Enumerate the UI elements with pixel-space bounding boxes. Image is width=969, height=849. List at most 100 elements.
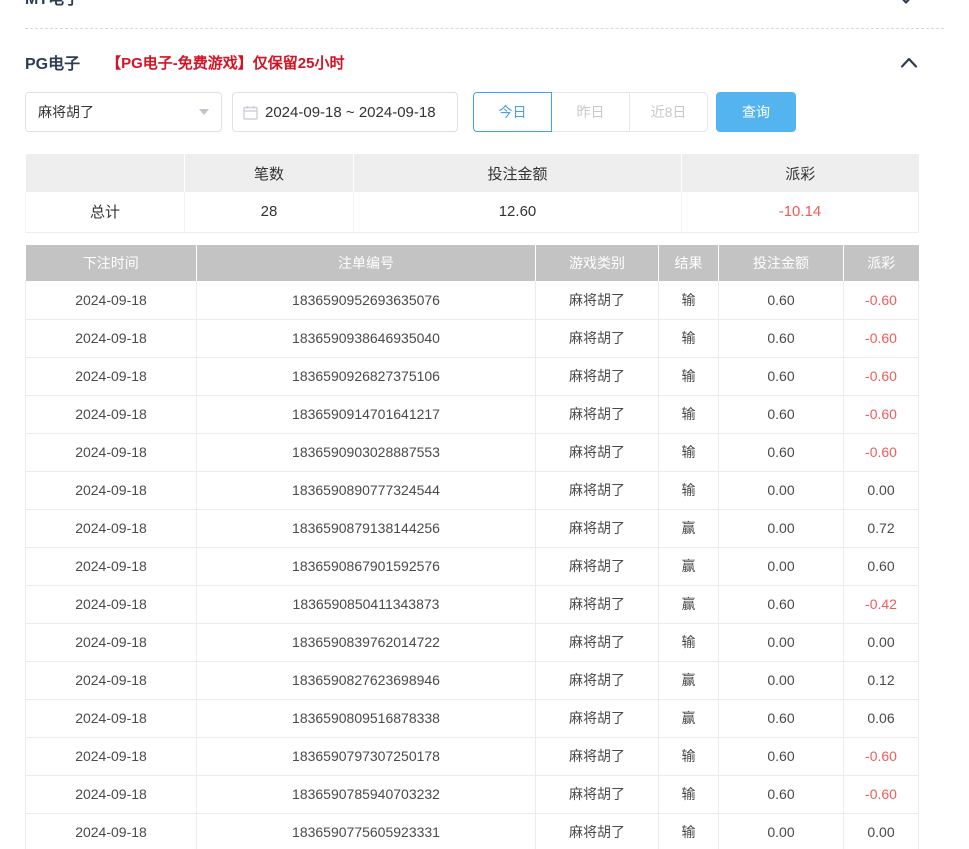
- col-header-payout: 派彩: [844, 245, 919, 281]
- section-divider: [25, 28, 944, 29]
- bet-time-cell: 2024-09-18: [26, 661, 197, 699]
- payout-cell: -0.42: [844, 585, 919, 623]
- bet-amount-cell: 0.60: [719, 775, 844, 813]
- payout-cell: -0.60: [844, 395, 919, 433]
- payout-cell: -0.60: [844, 281, 919, 319]
- bet-amount-cell: 0.60: [719, 433, 844, 471]
- result-cell: 输: [659, 395, 719, 433]
- payout-cell: 0.00: [844, 813, 919, 849]
- game-type-cell: 麻将胡了: [536, 471, 659, 509]
- section-title-pg: PG电子: [25, 50, 80, 74]
- col-header-order-id: 注单编号: [197, 245, 536, 281]
- result-cell: 输: [659, 737, 719, 775]
- date-range-input[interactable]: 2024-09-18 ~ 2024-09-18: [232, 92, 458, 132]
- game-type-cell: 麻将胡了: [536, 775, 659, 813]
- table-row: 2024-09-18 1836590827623698946 麻将胡了 赢 0.…: [26, 661, 919, 699]
- filter-bar: 麻将胡了 2024-09-18 ~ 2024-09-18 今日 昨日 近8日 查…: [25, 92, 796, 132]
- order-id-cell: 1836590914701641217: [197, 395, 536, 433]
- result-cell: 赢: [659, 509, 719, 547]
- last8days-button[interactable]: 近8日: [629, 92, 708, 132]
- order-id-cell: 1836590839762014722: [197, 623, 536, 661]
- order-id-cell: 1836590938646935040: [197, 319, 536, 357]
- game-type-cell: 麻将胡了: [536, 585, 659, 623]
- bet-time-cell: 2024-09-18: [26, 395, 197, 433]
- summary-header-count: 笔数: [185, 154, 354, 192]
- search-button[interactable]: 查询: [716, 92, 796, 132]
- payout-cell: 0.60: [844, 547, 919, 585]
- bet-time-cell: 2024-09-18: [26, 813, 197, 849]
- bet-amount-cell: 0.60: [719, 395, 844, 433]
- bet-time-cell: 2024-09-18: [26, 775, 197, 813]
- game-type-cell: 麻将胡了: [536, 357, 659, 395]
- bet-amount-cell: 0.00: [719, 547, 844, 585]
- bet-time-cell: 2024-09-18: [26, 699, 197, 737]
- result-cell: 输: [659, 319, 719, 357]
- today-button[interactable]: 今日: [473, 92, 552, 132]
- bet-records-table: 下注时间 注单编号 游戏类别 结果 投注金额 派彩 2024-09-18 183…: [25, 245, 919, 849]
- bet-table-header-row: 下注时间 注单编号 游戏类别 结果 投注金额 派彩: [26, 245, 919, 281]
- game-type-cell: 麻将胡了: [536, 319, 659, 357]
- bet-time-cell: 2024-09-18: [26, 319, 197, 357]
- order-id-cell: 1836590879138144256: [197, 509, 536, 547]
- order-id-cell: 1836590867901592576: [197, 547, 536, 585]
- payout-cell: 0.06: [844, 699, 919, 737]
- order-id-cell: 1836590785940703232: [197, 775, 536, 813]
- bet-time-cell: 2024-09-18: [26, 471, 197, 509]
- bet-time-cell: 2024-09-18: [26, 623, 197, 661]
- order-id-cell: 1836590797307250178: [197, 737, 536, 775]
- payout-cell: 0.00: [844, 623, 919, 661]
- bet-amount-cell: 0.60: [719, 585, 844, 623]
- game-type-cell: 麻将胡了: [536, 281, 659, 319]
- result-cell: 输: [659, 813, 719, 849]
- result-cell: 赢: [659, 661, 719, 699]
- result-cell: 输: [659, 357, 719, 395]
- game-type-cell: 麻将胡了: [536, 509, 659, 547]
- yesterday-button[interactable]: 昨日: [551, 92, 630, 132]
- bet-time-cell: 2024-09-18: [26, 357, 197, 395]
- result-cell: 输: [659, 471, 719, 509]
- table-row: 2024-09-18 1836590890777324544 麻将胡了 输 0.…: [26, 471, 919, 509]
- chevron-down-icon[interactable]: [898, 0, 914, 5]
- game-type-cell: 麻将胡了: [536, 623, 659, 661]
- summary-table: 笔数 投注金额 派彩 总计 28 12.60 -10.14: [25, 154, 919, 233]
- order-id-cell: 1836590827623698946: [197, 661, 536, 699]
- result-cell: 赢: [659, 585, 719, 623]
- table-row: 2024-09-18 1836590879138144256 麻将胡了 赢 0.…: [26, 509, 919, 547]
- order-id-cell: 1836590926827375106: [197, 357, 536, 395]
- result-cell: 输: [659, 623, 719, 661]
- summary-header-bet-amount: 投注金额: [354, 154, 682, 192]
- order-id-cell: 1836590890777324544: [197, 471, 536, 509]
- bet-time-cell: 2024-09-18: [26, 547, 197, 585]
- order-id-cell: 1836590775605923331: [197, 813, 536, 849]
- game-type-cell: 麻将胡了: [536, 433, 659, 471]
- chevron-up-icon[interactable]: [900, 56, 918, 69]
- bet-time-cell: 2024-09-18: [26, 281, 197, 319]
- table-row: 2024-09-18 1836590952693635076 麻将胡了 输 0.…: [26, 281, 919, 319]
- game-type-cell: 麻将胡了: [536, 395, 659, 433]
- table-row: 2024-09-18 1836590775605923331 麻将胡了 输 0.…: [26, 813, 919, 849]
- pg-section-header: PG电子 【PG电子-免费游戏】仅保留25小时: [25, 50, 918, 74]
- col-header-bet-amount: 投注金额: [719, 245, 844, 281]
- quick-range-group: 今日 昨日 近8日: [473, 92, 708, 132]
- calendar-icon: [243, 105, 258, 120]
- table-row: 2024-09-18 1836590903028887553 麻将胡了 输 0.…: [26, 433, 919, 471]
- order-id-cell: 1836590903028887553: [197, 433, 536, 471]
- bet-amount-cell: 0.60: [719, 319, 844, 357]
- game-select[interactable]: 麻将胡了: [25, 92, 222, 132]
- bet-time-cell: 2024-09-18: [26, 509, 197, 547]
- payout-cell: -0.60: [844, 433, 919, 471]
- payout-cell: 0.12: [844, 661, 919, 699]
- bet-time-cell: 2024-09-18: [26, 433, 197, 471]
- table-row: 2024-09-18 1836590809516878338 麻将胡了 赢 0.…: [26, 699, 919, 737]
- summary-header-blank: [26, 154, 185, 192]
- bet-amount-cell: 0.00: [719, 623, 844, 661]
- game-type-cell: 麻将胡了: [536, 813, 659, 849]
- col-header-bet-time: 下注时间: [26, 245, 197, 281]
- summary-payout-value: -10.14: [682, 192, 919, 232]
- result-cell: 输: [659, 281, 719, 319]
- table-row: 2024-09-18 1836590938646935040 麻将胡了 输 0.…: [26, 319, 919, 357]
- date-range-value: 2024-09-18 ~ 2024-09-18: [265, 104, 436, 121]
- col-header-result: 结果: [659, 245, 719, 281]
- game-select-value: 麻将胡了: [38, 102, 94, 122]
- result-cell: 输: [659, 433, 719, 471]
